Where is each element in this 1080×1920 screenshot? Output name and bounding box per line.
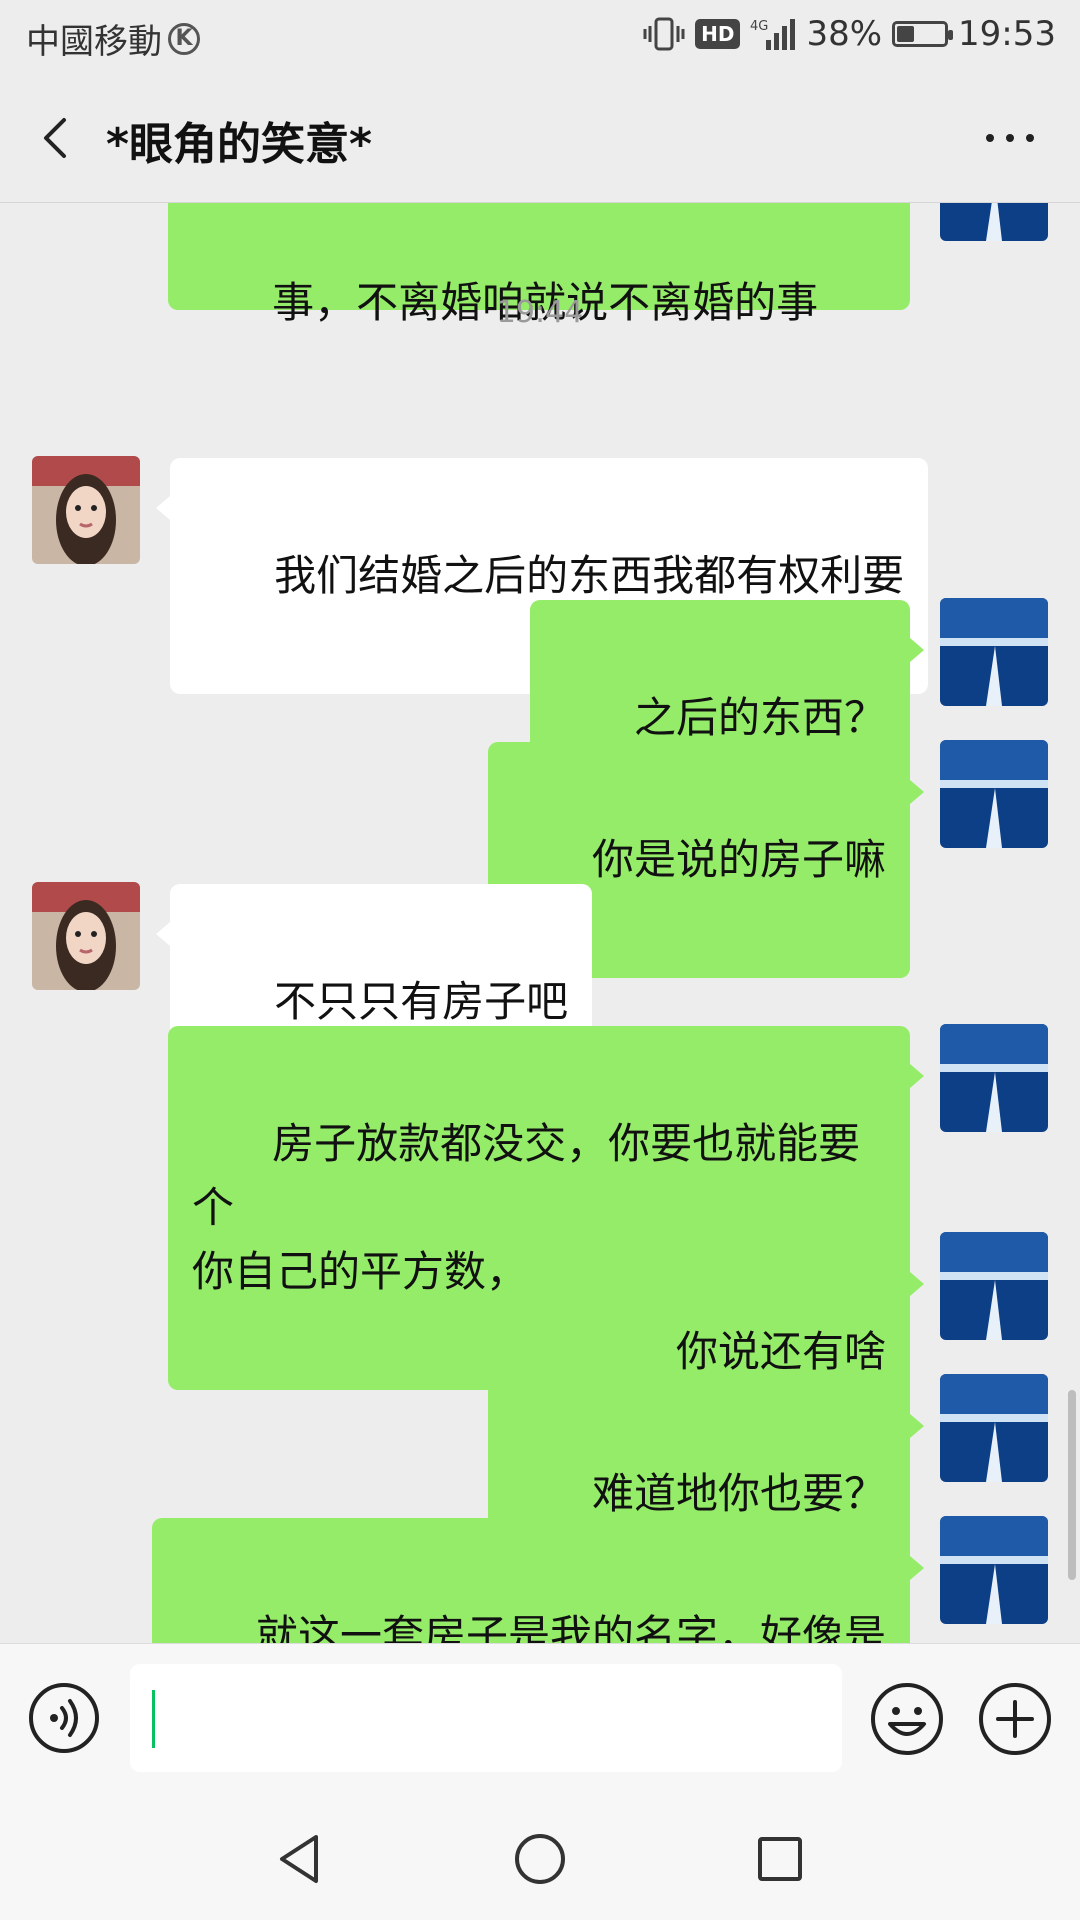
chat-message-list[interactable]: 事，不离婚咱就说不离婚的事 19:44 我们结婚之后的东西我都有权利要 之后的东 [0, 203, 1080, 1643]
contact-avatar[interactable] [32, 882, 140, 990]
contact-avatar[interactable] [32, 456, 140, 564]
message-text: 我们结婚之后的东西我都有权利要 [274, 551, 905, 600]
message-row: 你是说的房子嘛 [0, 740, 1080, 978]
signal-icon: 4G [750, 19, 796, 50]
avatar-image [940, 203, 1048, 241]
hd-badge: HD [695, 19, 741, 49]
message-bubble[interactable]: 事，不离婚咱就说不离婚的事 [168, 203, 910, 327]
chat-title: *眼角的笑意* [106, 119, 373, 170]
status-indicators: HD 4G 38% 19:53 [643, 14, 1056, 54]
battery-percent: 38% [806, 14, 883, 54]
avatar-image [940, 1374, 1048, 1482]
avatar-image [940, 1516, 1048, 1624]
emoji-icon[interactable] [870, 1682, 944, 1756]
more-dots-icon[interactable] [980, 118, 1040, 158]
message-text: 你说还有啥 [675, 1327, 886, 1376]
avatar-image [32, 456, 140, 564]
carrier-info: 中國移動 K [26, 14, 200, 63]
back-arrow-icon[interactable] [30, 108, 90, 168]
clock: 19:53 [958, 14, 1056, 54]
message-text: 不只只有房子吧 [274, 977, 569, 1026]
my-avatar[interactable] [940, 1024, 1048, 1132]
my-avatar[interactable] [940, 740, 1048, 848]
my-avatar[interactable] [940, 598, 1048, 706]
battery-icon [892, 21, 954, 47]
message-row: 我们结婚之后的东西我都有权利要 [0, 456, 1080, 694]
message-row: 不只只有房子吧 [0, 882, 1080, 1120]
nav-home-icon[interactable] [510, 1829, 570, 1889]
message-row: 你说还有啥 [0, 1232, 1080, 1470]
message-row: 房子放款都没交，你要也就能要个 你自己的平方数， [0, 1024, 1080, 1390]
voice-icon[interactable] [28, 1682, 100, 1754]
message-bubble[interactable]: 就这一套房子是我的名字，好像是 [151, 1518, 925, 1643]
avatar-image [940, 1024, 1048, 1132]
message-row: 就这一套房子是我的名字，好像是 [0, 1516, 1080, 1643]
chat-header: *眼角的笑意* [0, 74, 1080, 203]
plus-icon[interactable] [978, 1682, 1052, 1756]
status-bar: 中國移動 K HD 4G 38% 19:53 [0, 0, 1080, 74]
my-avatar[interactable] [940, 203, 1048, 241]
battery-level [897, 26, 915, 42]
message-row: 难道地你也要？ [0, 1374, 1080, 1612]
message-text: 之后的东西？ [633, 693, 886, 742]
nav-back-icon[interactable] [272, 1829, 332, 1889]
my-avatar[interactable] [940, 1516, 1048, 1624]
message-timestamp: 19:44 [496, 295, 584, 330]
carrier-name: 中國移動 [26, 22, 162, 62]
message-text: 你是说的房子嘛 [591, 835, 886, 884]
text-caret [152, 1690, 155, 1748]
chat-scrollbar[interactable] [1068, 1390, 1076, 1580]
network-type: 4G [750, 19, 768, 34]
my-avatar[interactable] [940, 1374, 1048, 1482]
message-text: 难道地你也要？ [591, 1469, 886, 1518]
chat-input-bar [0, 1643, 1080, 1794]
avatar-image [32, 882, 140, 990]
vibrate-icon [643, 17, 685, 51]
my-avatar[interactable] [940, 1232, 1048, 1340]
message-input[interactable] [130, 1664, 842, 1772]
avatar-image [940, 740, 1048, 848]
carrier-badge-icon: K [168, 22, 200, 55]
avatar-image [940, 598, 1048, 706]
message-row: 之后的东西？ [0, 598, 1080, 836]
message-text: 就这一套房子是我的名字，好像是 [255, 1611, 886, 1643]
avatar-image [940, 1232, 1048, 1340]
system-nav-bar [0, 1793, 1080, 1920]
nav-recent-apps-icon[interactable] [750, 1829, 810, 1889]
